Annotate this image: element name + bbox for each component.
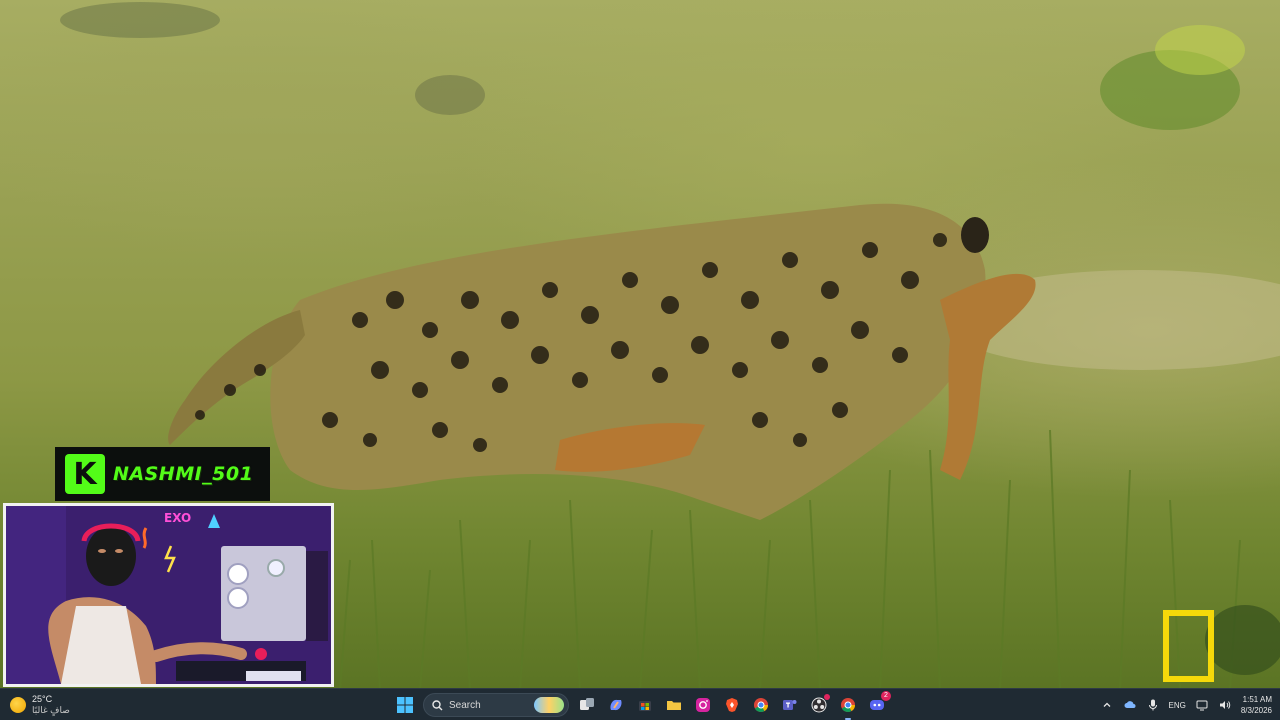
volume-icon[interactable] [1218, 698, 1232, 712]
file-explorer-button[interactable] [663, 694, 685, 716]
store-button[interactable] [634, 694, 656, 716]
microphone-icon[interactable] [1146, 698, 1160, 712]
neon-flame-icon [142, 527, 148, 549]
streamer-name: NASHMI_501 [113, 463, 254, 485]
clock[interactable]: 1:51 AM 8/3/2026 [1241, 694, 1272, 716]
copilot-icon [610, 699, 622, 711]
natgeo-logo-icon [1163, 610, 1214, 682]
chrome-icon [754, 698, 768, 712]
windows-logo-icon [397, 697, 413, 713]
task-view-icon [580, 698, 594, 710]
teams-icon [783, 700, 797, 710]
kick-logo-icon: K [65, 454, 105, 494]
blurred-rock [60, 2, 220, 38]
weather-description: صافٍ غالبًا [32, 705, 70, 715]
streamer-name-overlay: K NASHMI_501 [55, 447, 270, 501]
brave-button[interactable] [721, 694, 743, 716]
webcam-overlay: EXO [3, 503, 334, 687]
clock-time: 1:51 AM [1242, 695, 1272, 704]
blurred-leaf [1155, 25, 1245, 75]
clock-date: 8/3/2026 [1240, 706, 1272, 715]
network-icon[interactable] [1195, 698, 1209, 712]
discord-button[interactable]: 2 [866, 691, 891, 716]
search-highlight-icon [534, 697, 564, 713]
chrome-icon [841, 698, 855, 712]
webcam-scene-graphic: EXO [6, 506, 331, 684]
instagram-button[interactable] [692, 694, 714, 716]
taskbar-apps: Search 2 [394, 689, 891, 720]
cloud-icon[interactable] [1123, 698, 1137, 712]
folder-icon [667, 701, 681, 710]
copilot-button[interactable] [605, 694, 627, 716]
weather-widget[interactable]: 25°C صافٍ غالبًا [10, 689, 70, 720]
search-icon [432, 699, 443, 710]
neon-sign: EXO [164, 511, 191, 525]
instagram-icon [696, 698, 710, 712]
search-label: Search [449, 699, 481, 711]
sun-icon [10, 697, 26, 713]
weather-temperature: 25°C [32, 694, 53, 704]
language-indicator[interactable]: ENG [1169, 701, 1186, 710]
search-input[interactable]: Search [423, 693, 569, 717]
screen: K NASHMI_501 EXO 25°C صافٍ غالبًا Search… [0, 0, 1280, 720]
teams-button[interactable] [779, 694, 801, 716]
chevron-up-icon[interactable] [1100, 698, 1114, 712]
blurred-foreground-leaf [1205, 605, 1280, 675]
system-tray: ENG 1:51 AM 8/3/2026 [1100, 689, 1272, 720]
task-view-button[interactable] [576, 694, 598, 716]
obs-button[interactable] [808, 694, 830, 716]
mouse-icon [255, 648, 267, 660]
store-icon [639, 701, 651, 711]
person-mask [86, 526, 136, 586]
taskbar: 25°C صافٍ غالبًا Search 2 ENG 1:51 AM 8/… [0, 688, 1280, 720]
discord-notification-badge: 2 [881, 691, 891, 701]
recording-indicator [824, 694, 830, 700]
chrome-active-button[interactable] [837, 694, 859, 720]
brave-icon [726, 698, 738, 712]
leopard [168, 203, 1036, 520]
chrome-button[interactable] [750, 694, 772, 716]
blurred-rock [415, 75, 485, 115]
start-button[interactable] [394, 694, 416, 716]
